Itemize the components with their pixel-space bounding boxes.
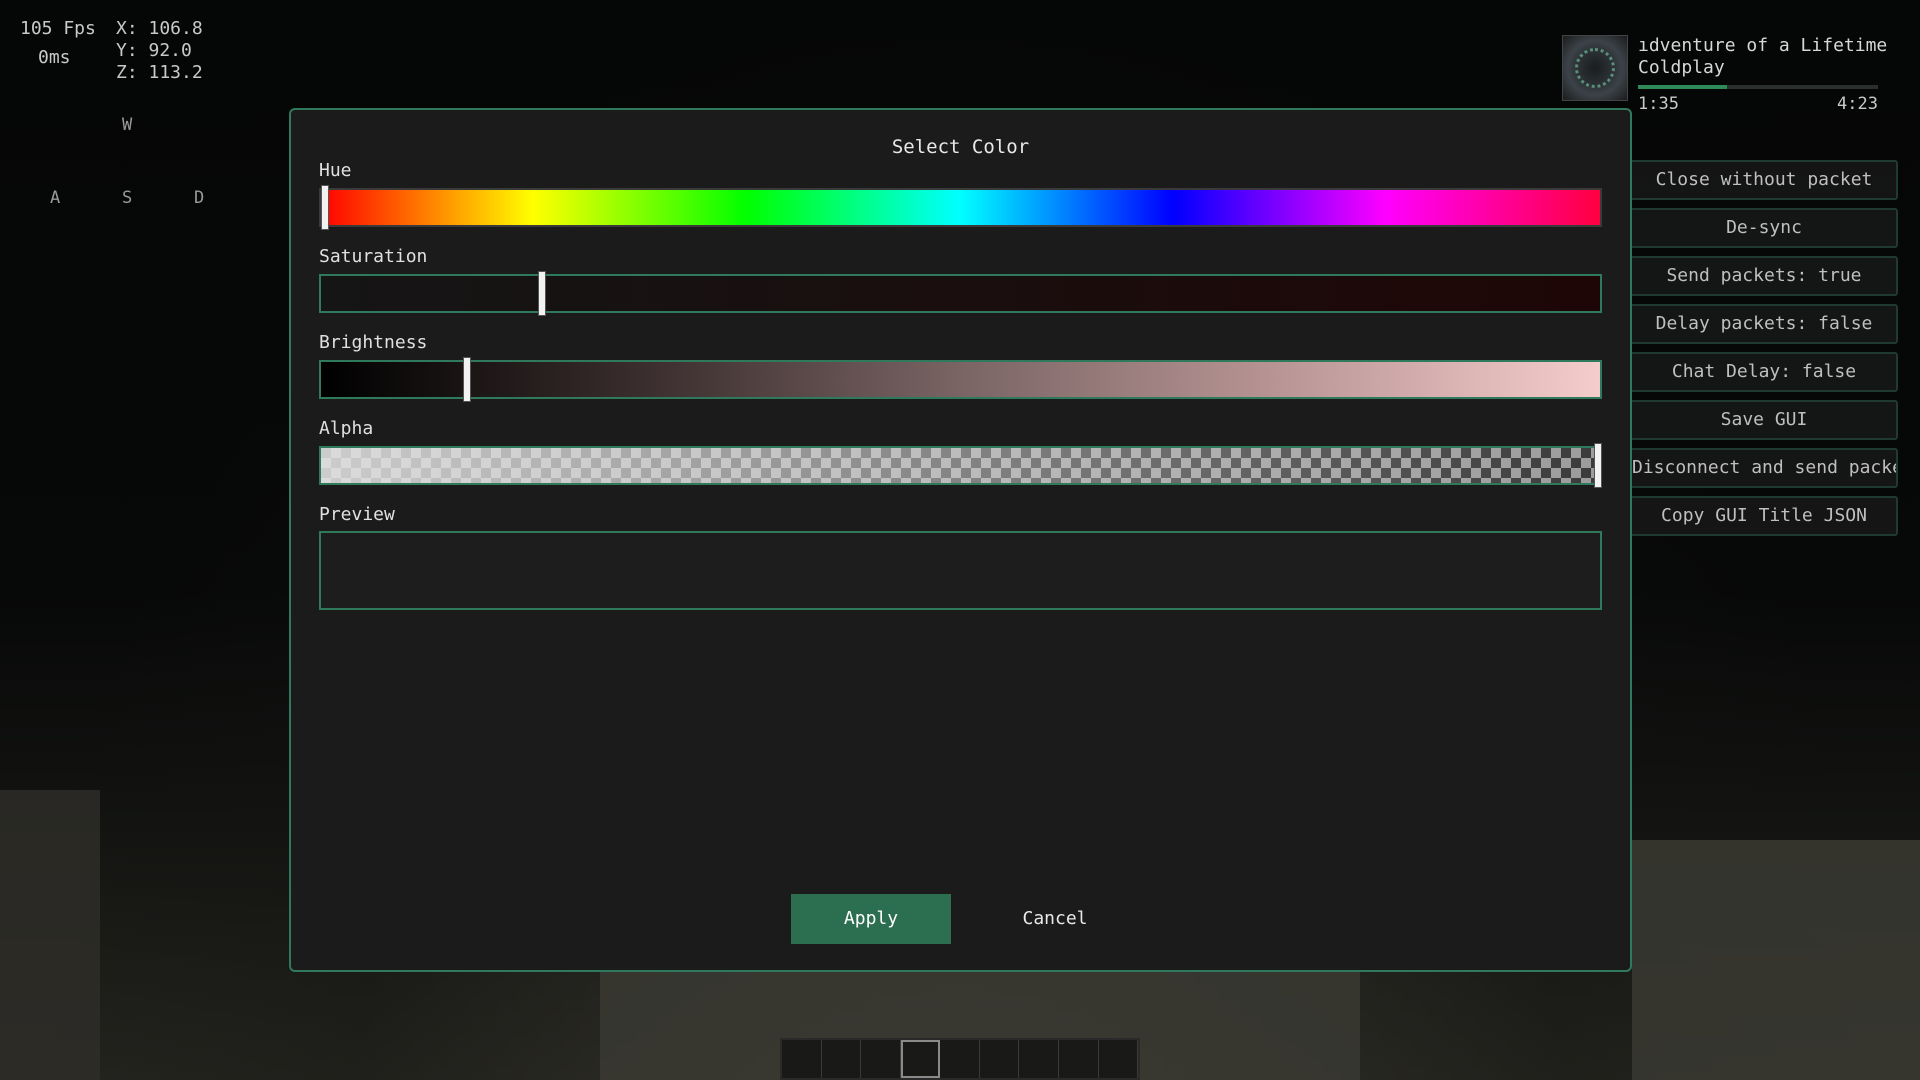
- brightness-slider[interactable]: [319, 357, 1602, 402]
- brightness-label: Brightness: [319, 332, 428, 353]
- hotbar-slot[interactable]: [861, 1040, 901, 1078]
- copy-gui-title-json-button[interactable]: Copy GUI Title JSON: [1630, 496, 1898, 536]
- cancel-button[interactable]: Cancel: [975, 894, 1135, 944]
- hotbar-slot[interactable]: [940, 1040, 980, 1078]
- hue-slider-handle[interactable]: [321, 185, 329, 230]
- coordinates-display: X: 106.8 Y: 92.0 Z: 113.2: [116, 18, 203, 84]
- delay-packets-toggle[interactable]: Delay packets: false: [1630, 304, 1898, 344]
- hotbar-slot[interactable]: [980, 1040, 1020, 1078]
- coord-y: Y: 92.0: [116, 40, 192, 61]
- song-artist: Coldplay: [1638, 57, 1725, 78]
- saturation-slider-handle[interactable]: [537, 271, 546, 316]
- ping-display: 0ms: [38, 47, 71, 68]
- key-s: S: [122, 188, 133, 208]
- song-progress-bar: [1638, 85, 1878, 89]
- color-preview: [319, 531, 1602, 610]
- side-button-panel: Close without packet De-sync Send packet…: [1630, 160, 1898, 544]
- hue-slider[interactable]: [319, 185, 1602, 230]
- hotbar: [780, 1038, 1140, 1080]
- alpha-slider-handle[interactable]: [1594, 443, 1602, 488]
- chat-delay-toggle[interactable]: Chat Delay: false: [1630, 352, 1898, 392]
- alpha-label: Alpha: [319, 418, 374, 439]
- saturation-slider[interactable]: [319, 271, 1602, 316]
- close-without-packet-button[interactable]: Close without packet: [1630, 160, 1898, 200]
- coord-x: X: 106.8: [116, 18, 203, 39]
- hotbar-slot[interactable]: [822, 1040, 862, 1078]
- send-packets-toggle[interactable]: Send packets: true: [1630, 256, 1898, 296]
- key-w: W: [122, 115, 133, 135]
- desync-button[interactable]: De-sync: [1630, 208, 1898, 248]
- hotbar-slot[interactable]: [1099, 1040, 1139, 1078]
- coord-z: Z: 113.2: [116, 62, 203, 83]
- select-color-dialog: Select Color Hue Saturation Brightness A…: [289, 108, 1632, 972]
- hue-label: Hue: [319, 160, 352, 181]
- disconnect-send-packets-button[interactable]: Disconnect and send packets: [1630, 448, 1898, 488]
- time-total: 4:23: [1837, 94, 1878, 114]
- save-gui-button[interactable]: Save GUI: [1630, 400, 1898, 440]
- key-d: D: [194, 188, 205, 208]
- hotbar-slot[interactable]: [900, 1040, 941, 1078]
- now-playing-widget: ıdventure of a Lifetime Coldplay 1:35 4:…: [1562, 35, 1887, 115]
- time-elapsed: 1:35: [1638, 94, 1679, 114]
- terrain-block: [0, 790, 100, 1080]
- alpha-slider[interactable]: [319, 443, 1602, 488]
- fps-counter: 105 Fps: [20, 18, 96, 39]
- preview-label: Preview: [319, 504, 395, 525]
- terrain-block: [1632, 840, 1920, 1080]
- song-progress-fill: [1638, 85, 1727, 89]
- hotbar-slot[interactable]: [1019, 1040, 1059, 1078]
- album-art: [1562, 35, 1628, 101]
- hotbar-slot[interactable]: [1059, 1040, 1099, 1078]
- apply-button[interactable]: Apply: [791, 894, 951, 944]
- dialog-title: Select Color: [891, 136, 1030, 158]
- key-a: A: [50, 188, 61, 208]
- song-title: ıdventure of a Lifetime: [1638, 35, 1888, 56]
- saturation-label: Saturation: [319, 246, 428, 267]
- brightness-slider-handle[interactable]: [463, 357, 472, 402]
- hotbar-slot[interactable]: [782, 1040, 822, 1078]
